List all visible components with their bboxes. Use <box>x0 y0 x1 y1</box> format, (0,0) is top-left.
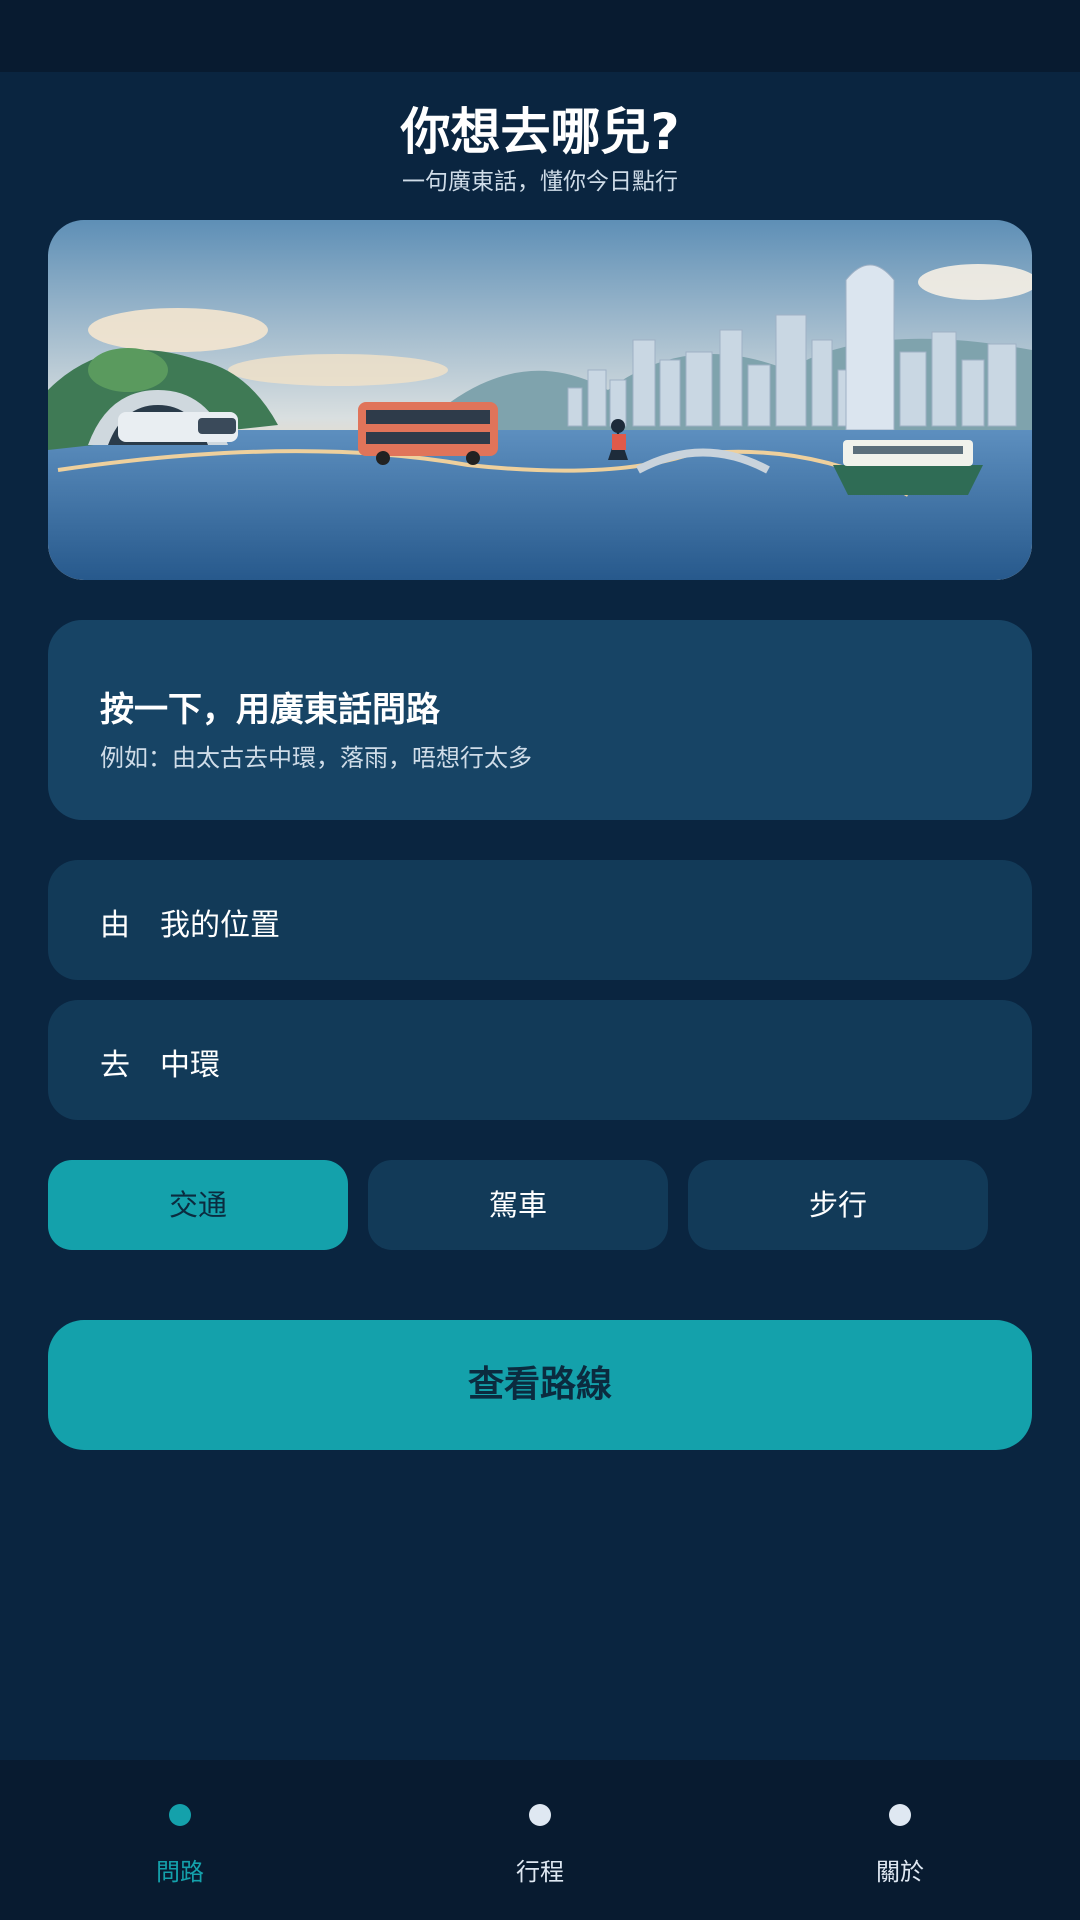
nav-label-ask: 問路 <box>156 1858 204 1886</box>
bottom-nav: 問路 行程 關於 <box>0 1760 1080 1920</box>
ask-dot-icon <box>169 1804 191 1826</box>
origin-field[interactable]: 由 我的位置 <box>48 860 1032 980</box>
origin-value: 我的位置 <box>160 908 280 943</box>
voice-prompt-title: 按一下，用廣東話問路 <box>100 690 440 730</box>
nav-label-about: 關於 <box>876 1858 924 1886</box>
mode-drive-button[interactable]: 駕車 <box>368 1160 668 1250</box>
voice-example-text: 例如：由太古去中環，落雨，唔想行太多 <box>100 744 532 772</box>
destination-field[interactable]: 去 中環 <box>48 1000 1032 1120</box>
mode-walk-button[interactable]: 步行 <box>688 1160 988 1250</box>
nav-item-trips[interactable]: 行程 <box>440 1760 640 1920</box>
about-dot-icon <box>889 1804 911 1826</box>
nav-item-about[interactable]: 關於 <box>800 1760 1000 1920</box>
origin-label: 由 <box>100 908 130 943</box>
hero-illustration <box>48 220 1032 580</box>
voice-input-button[interactable]: 按一下，用廣東話問路 例如：由太古去中環，落雨，唔想行太多 <box>48 620 1032 820</box>
page-title: 你想去哪兒? <box>400 103 680 161</box>
mode-transit-button[interactable]: 交通 <box>48 1160 348 1250</box>
view-route-button[interactable]: 查看路線 <box>48 1320 1032 1450</box>
destination-value: 中環 <box>160 1048 220 1083</box>
page-subtitle: 一句廣東話，懂你今日點行 <box>402 169 678 195</box>
status-bar <box>0 0 1080 72</box>
nav-item-ask[interactable]: 問路 <box>80 1760 280 1920</box>
destination-label: 去 <box>100 1048 130 1083</box>
nav-label-trips: 行程 <box>516 1858 564 1886</box>
trips-dot-icon <box>529 1804 551 1826</box>
